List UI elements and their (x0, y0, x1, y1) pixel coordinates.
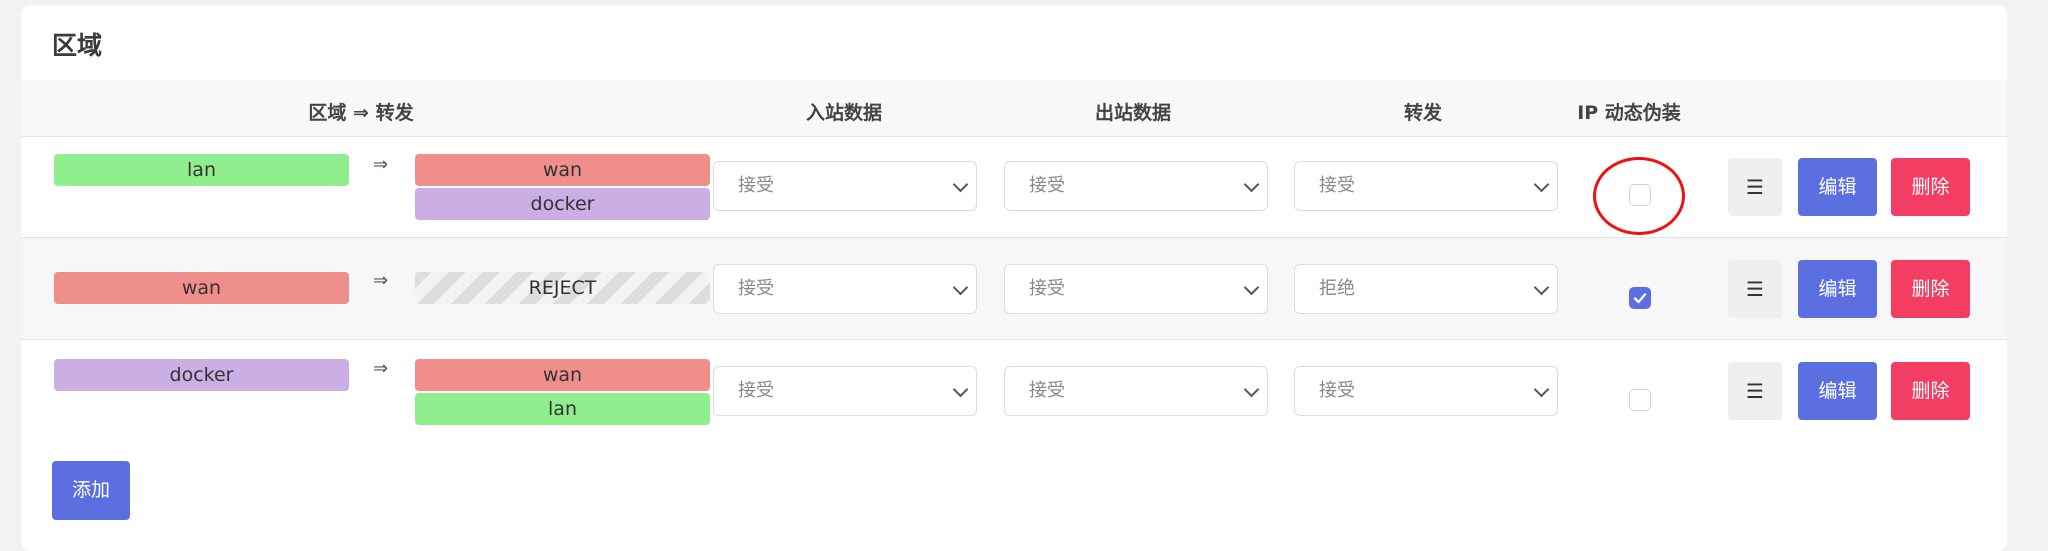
masquerade-checkbox[interactable] (1629, 287, 1651, 309)
chevron-down-icon (1533, 381, 1550, 398)
menu-button[interactable]: ☰ (1728, 260, 1782, 318)
chevron-down-icon (952, 176, 969, 193)
table-row: wan ⇒ REJECT 接受 接受 拒绝 ☰ 编辑 删除 (21, 238, 2007, 340)
forward-value: 拒绝 (1319, 278, 1355, 299)
forward-arrow-icon: ⇒ (373, 154, 389, 175)
zone-badge-wan: wan (54, 272, 349, 304)
header-outbound: 出站数据 (1094, 102, 1172, 124)
forward-value: 接受 (1319, 175, 1355, 196)
edit-button[interactable]: 编辑 (1798, 362, 1877, 420)
forward-select[interactable]: 接受 (1294, 366, 1558, 416)
forward-select[interactable]: 拒绝 (1294, 264, 1558, 314)
inbound-select[interactable]: 接受 (713, 366, 977, 416)
inbound-value: 接受 (738, 278, 774, 299)
add-button[interactable]: 添加 (52, 461, 130, 520)
delete-button[interactable]: 删除 (1891, 260, 1970, 318)
page-title: 区域 (52, 31, 103, 60)
menu-button[interactable]: ☰ (1728, 362, 1782, 420)
header-zone-forward: 区域 ⇒ 转发 (308, 102, 414, 124)
checkmark-icon (1633, 293, 1647, 304)
masquerade-checkbox[interactable] (1629, 389, 1651, 411)
header-inbound: 入站数据 (805, 102, 883, 124)
inbound-value: 接受 (738, 175, 774, 196)
menu-button[interactable]: ☰ (1728, 158, 1782, 216)
chevron-down-icon (952, 279, 969, 296)
forward-value: 接受 (1319, 380, 1355, 401)
forward-badge-reject: REJECT (415, 272, 710, 304)
edit-button[interactable]: 编辑 (1798, 260, 1877, 318)
chevron-down-icon (1533, 279, 1550, 296)
forward-badge-docker: docker (415, 188, 710, 220)
inbound-select[interactable]: 接受 (713, 264, 977, 314)
forward-badge-wan: wan (415, 154, 710, 186)
chevron-down-icon (952, 381, 969, 398)
delete-button[interactable]: 删除 (1891, 362, 1970, 420)
edit-button[interactable]: 编辑 (1798, 158, 1877, 216)
outbound-select[interactable]: 接受 (1004, 366, 1268, 416)
inbound-select[interactable]: 接受 (713, 161, 977, 211)
chevron-down-icon (1533, 176, 1550, 193)
chevron-down-icon (1243, 176, 1260, 193)
outbound-value: 接受 (1029, 380, 1065, 401)
inbound-value: 接受 (738, 380, 774, 401)
forward-badge-wan: wan (415, 359, 710, 391)
header-forward: 转发 (1403, 102, 1443, 124)
zone-badge-lan: lan (54, 154, 349, 186)
forward-badge-lan: lan (415, 393, 710, 425)
table-header: 区域 ⇒ 转发 入站数据 出站数据 转发 IP 动态伪装 (21, 80, 2007, 137)
delete-button[interactable]: 删除 (1891, 158, 1970, 216)
scrollbar[interactable] (2034, 0, 2048, 551)
outbound-value: 接受 (1029, 278, 1065, 299)
outbound-select[interactable]: 接受 (1004, 161, 1268, 211)
table-row: docker ⇒ wan lan 接受 接受 接受 ☰ 编辑 删除 (21, 340, 2007, 441)
chevron-down-icon (1243, 381, 1260, 398)
zone-badge-docker: docker (54, 359, 349, 391)
annotation-circle (1593, 157, 1685, 235)
forward-select[interactable]: 接受 (1294, 161, 1558, 211)
chevron-down-icon (1243, 279, 1260, 296)
forward-arrow-icon: ⇒ (373, 270, 389, 291)
outbound-select[interactable]: 接受 (1004, 264, 1268, 314)
header-masquerade: IP 动态伪装 (1577, 102, 1681, 124)
outbound-value: 接受 (1029, 175, 1065, 196)
table-row: lan ⇒ wan docker 接受 接受 接受 ☰ 编辑 删除 (21, 136, 2007, 238)
forward-arrow-icon: ⇒ (373, 358, 389, 379)
